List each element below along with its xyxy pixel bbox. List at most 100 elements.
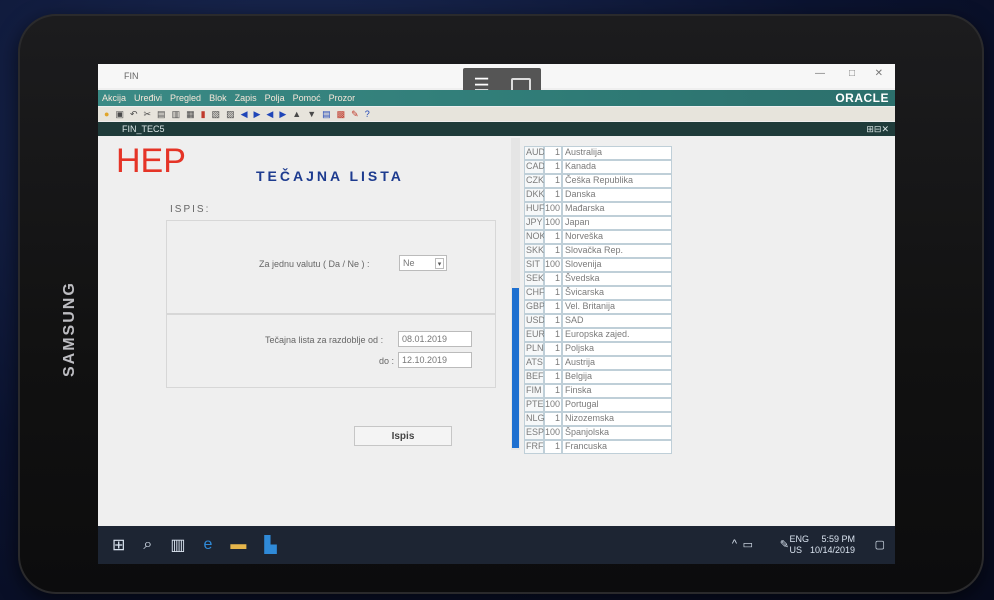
currency-row[interactable]: SIT 100 Slovenija	[524, 258, 694, 272]
oracle-logo: ORACLE	[835, 91, 889, 105]
print-icon[interactable]: ▣	[115, 109, 124, 120]
execute-icon[interactable]: ▨	[226, 109, 235, 120]
chevron-down-icon[interactable]: ▾	[435, 258, 444, 269]
prev-block-icon[interactable]: ◀	[266, 109, 273, 120]
menu-blok[interactable]: Blok	[209, 93, 227, 103]
menu-pregled[interactable]: Pregled	[170, 93, 201, 103]
currency-row[interactable]: EUR 1 Europska zajed.	[524, 328, 694, 342]
currency-country: Portugal	[562, 398, 672, 412]
ispis-button[interactable]: Ispis	[354, 426, 452, 446]
currency-row[interactable]: AUD 1 Australija	[524, 146, 694, 160]
menu-pomoc[interactable]: Pomoć	[293, 93, 321, 103]
device-brand: SAMSUNG	[61, 281, 78, 377]
currency-row[interactable]: HUF 100 Mađarska	[524, 202, 694, 216]
list-icon[interactable]: ▤	[322, 109, 331, 120]
currency-row[interactable]: BEF 1 Belgija	[524, 370, 694, 384]
currency-row[interactable]: CZK 1 Češka Republika	[524, 174, 694, 188]
from-date-input[interactable]: 08.01.2019	[398, 331, 472, 347]
hep-logo: HEP	[116, 142, 186, 180]
to-date-input[interactable]: 12.10.2019	[398, 352, 472, 368]
form-content: HEP TEČAJNA LISTA ISPIS: Za jednu valutu…	[98, 136, 895, 526]
language-eng: ENG	[789, 534, 809, 544]
currency-unit: 1	[544, 342, 562, 356]
menu-akcija[interactable]: Akcija	[102, 93, 126, 103]
windows-start-icon[interactable]: ⊞	[112, 535, 125, 555]
currency-row[interactable]: PTE 100 Portugal	[524, 398, 694, 412]
close-button[interactable]: ✕	[875, 68, 883, 79]
currency-row[interactable]: NOK 1 Norveška	[524, 230, 694, 244]
taskbar: ⊞ ⌕ ▥ e ▬ ▙ ^ ▭ ✎ ENG US 5:59 PM 10/14/2…	[98, 526, 895, 564]
currency-row[interactable]: FRF 1 Francuska	[524, 440, 694, 454]
currency-unit: 1	[544, 412, 562, 426]
currency-country: Švedska	[562, 272, 672, 286]
single-currency-select[interactable]: Ne ▾	[399, 255, 447, 271]
currency-country: Švicarska	[562, 286, 672, 300]
currency-row[interactable]: FIM 1 Finska	[524, 384, 694, 398]
task-view-icon[interactable]: ▥	[170, 535, 185, 555]
clock[interactable]: 5:59 PM 10/14/2019	[810, 534, 855, 556]
help-icon[interactable]: ?	[365, 109, 370, 119]
query-icon[interactable]: ▧	[212, 109, 221, 120]
search-icon[interactable]: ⌕	[143, 536, 152, 554]
currency-scrollbar[interactable]	[511, 138, 520, 450]
tools-icon[interactable]: ✎	[351, 109, 359, 120]
minimize-button[interactable]: —	[815, 68, 825, 79]
app-icon[interactable]: ▙	[264, 535, 276, 555]
currency-unit: 1	[544, 286, 562, 300]
undo-icon[interactable]: ↶	[130, 109, 138, 120]
currency-code: CHF	[524, 286, 545, 300]
down-icon[interactable]: ▼	[307, 109, 316, 119]
copy-icon[interactable]: ▤	[157, 109, 166, 120]
to-date-label: do :	[379, 356, 395, 366]
currency-code: SEK	[524, 272, 544, 286]
currency-row[interactable]: JPY 100 Japan	[524, 216, 694, 230]
currency-row[interactable]: SEK 1 Švedska	[524, 272, 694, 286]
currency-row[interactable]: GBP 1 Vel. Britanija	[524, 300, 694, 314]
form-window-controls[interactable]: ⊞⊟✕	[866, 124, 889, 135]
edge-browser-icon[interactable]: e	[204, 536, 213, 554]
cut-icon[interactable]: ✂	[144, 109, 152, 120]
language-indicator[interactable]: ENG US	[789, 534, 809, 556]
first-record-icon[interactable]: ◀	[241, 109, 248, 120]
next-block-icon[interactable]: ▶	[279, 109, 286, 120]
pen-icon[interactable]: ✎	[780, 538, 789, 551]
currency-code: CZK	[524, 174, 544, 188]
menu-uredivi[interactable]: Uređivi	[134, 93, 162, 103]
currency-country: SAD	[562, 314, 672, 328]
edit-icon[interactable]: ▩	[337, 109, 346, 120]
chevron-up-icon[interactable]: ^	[732, 538, 737, 550]
file-explorer-icon[interactable]: ▬	[230, 536, 246, 554]
currency-code: AUD	[524, 146, 545, 160]
currency-row[interactable]: PLN 1 Poljska	[524, 342, 694, 356]
section-label: ISPIS:	[170, 204, 211, 215]
currency-row[interactable]: CHF 1 Švicarska	[524, 286, 694, 300]
currency-code: USD	[524, 314, 545, 328]
currency-unit: 1	[544, 174, 562, 188]
currency-row[interactable]: ATS 1 Austrija	[524, 356, 694, 370]
paste-icon[interactable]: ▥	[172, 109, 181, 120]
clock-date: 10/14/2019	[809, 545, 855, 555]
currency-row[interactable]: NLG 1 Nizozemska	[524, 412, 694, 426]
currency-unit: 1	[544, 384, 562, 398]
scrollbar-thumb[interactable]	[512, 288, 519, 448]
currency-row[interactable]: CAD 1 Kanada	[524, 160, 694, 174]
currency-country: Norveška	[562, 230, 672, 244]
notification-icon[interactable]: ▢	[875, 538, 885, 551]
maximize-button[interactable]: □	[849, 68, 855, 79]
currency-row[interactable]: DKK 1 Danska	[524, 188, 694, 202]
delete-icon[interactable]: ▮	[201, 109, 206, 120]
currency-row[interactable]: SKK 1 Slovačka Rep.	[524, 244, 694, 258]
currency-row[interactable]: USD 1 SAD	[524, 314, 694, 328]
menu-zapis[interactable]: Zapis	[235, 93, 257, 103]
menu-prozor[interactable]: Prozor	[329, 93, 356, 103]
insert-icon[interactable]: ▦	[186, 109, 195, 120]
currency-country: Belgija	[562, 370, 672, 384]
menu-polja[interactable]: Polja	[265, 93, 285, 103]
currency-code: GBP	[524, 300, 545, 314]
network-icon[interactable]: ▭	[743, 538, 753, 551]
prev-record-icon[interactable]: ▶	[254, 109, 261, 120]
currency-row[interactable]: ESP 100 Španjolska	[524, 426, 694, 440]
up-icon[interactable]: ▲	[292, 109, 301, 119]
save-icon[interactable]: ●	[104, 109, 109, 119]
currency-code: FIM	[524, 384, 544, 398]
